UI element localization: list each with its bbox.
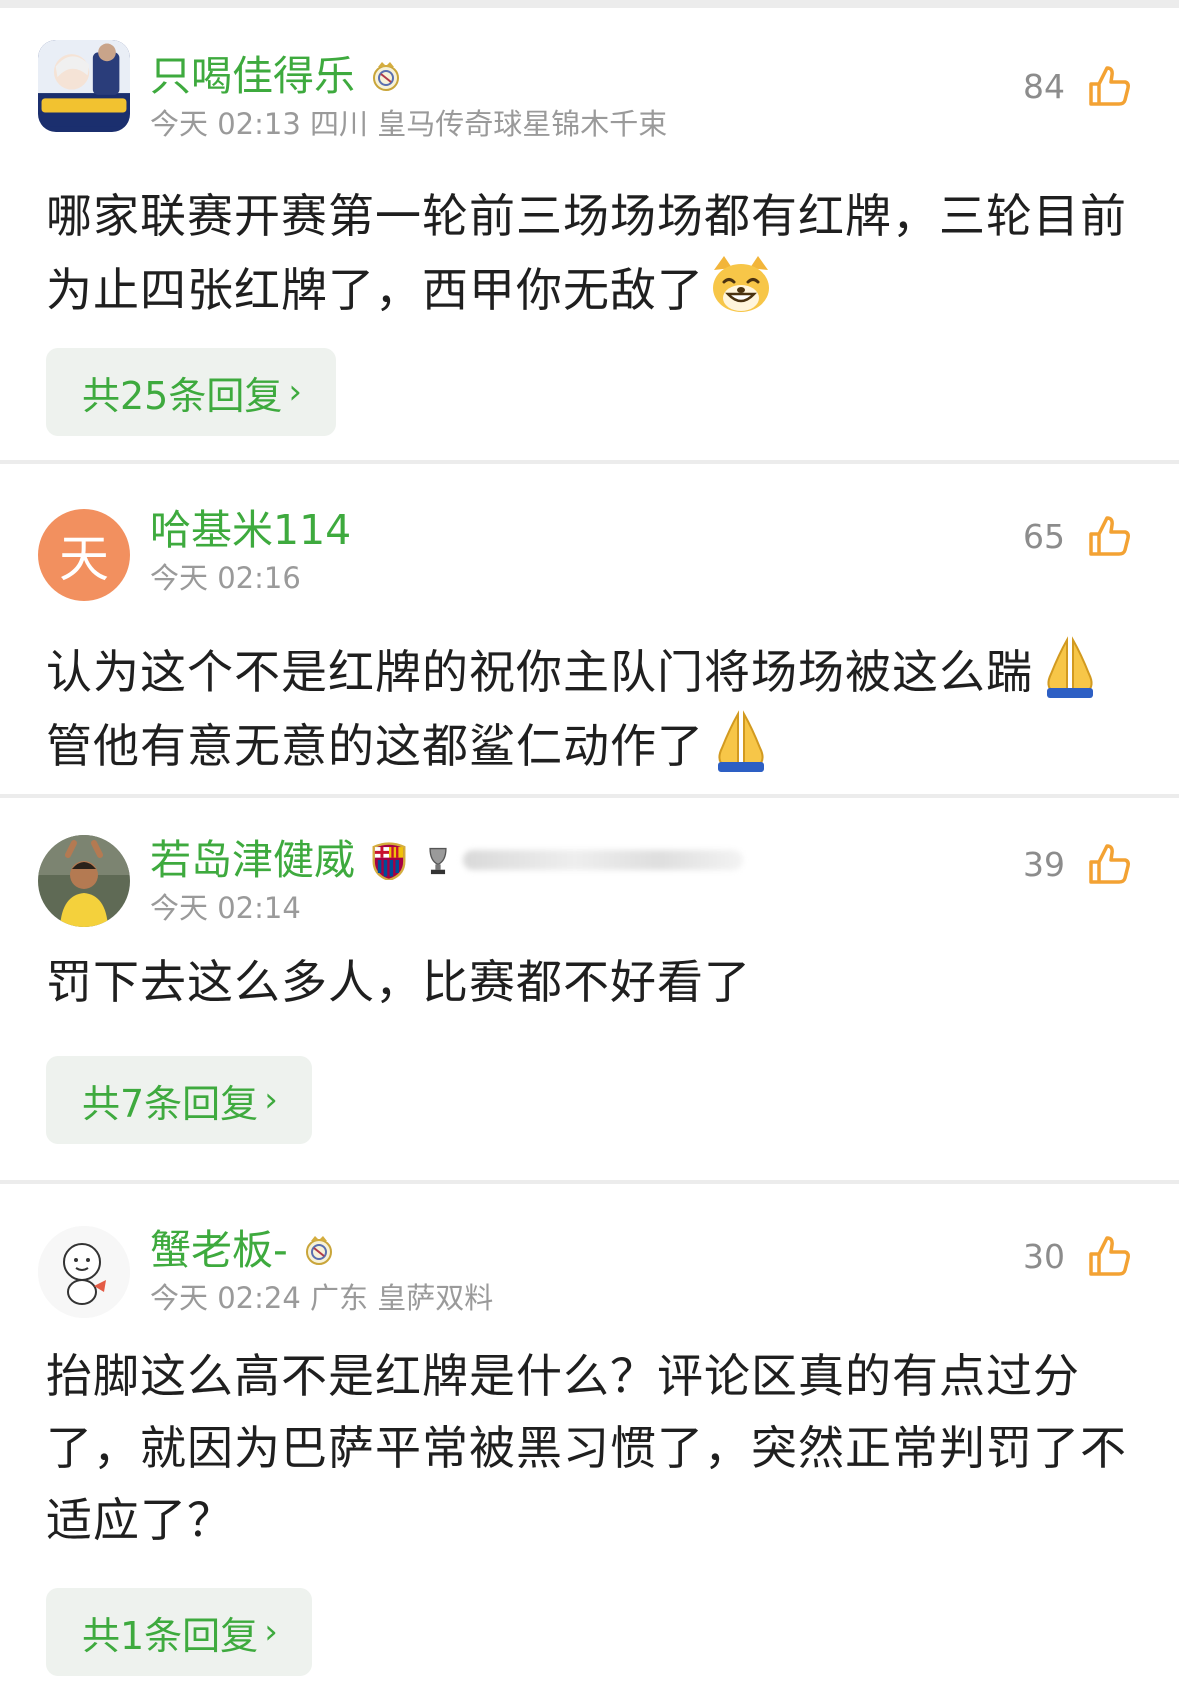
like-count: 30 — [1023, 1236, 1065, 1276]
comment-text-content: 哪家联赛开赛第一轮前三场场场都有红牌，三轮目前为止四张红牌了，西甲你无敌了 — [46, 189, 1127, 317]
folded-hands-emoji — [1047, 636, 1093, 698]
chevron-right-icon: › — [264, 1612, 278, 1652]
like-count: 65 — [1023, 516, 1065, 556]
thumbs-up-icon — [1089, 66, 1130, 106]
trophy-icon — [429, 847, 447, 875]
like-button[interactable]: 65 — [1023, 512, 1133, 560]
username[interactable]: 蟹老板- — [150, 1222, 288, 1278]
avatar-letter: 天 — [59, 530, 109, 588]
thumbs-up-icon — [1089, 516, 1130, 556]
replies-label: 共25条回复 — [82, 373, 283, 418]
comment-meta: 今天 02:16 — [150, 561, 301, 595]
comment-text: 哪家联赛开赛第一轮前三场场场都有红牌，三轮目前为止四张红牌了，西甲你无敌了 — [46, 180, 1149, 326]
comment-meta: 今天 02:14 — [150, 891, 301, 925]
comment-text-content: 认为这个不是红牌的祝你主队门将场场被这么踹 — [46, 645, 1033, 699]
comment-meta: 今天 02:24 广东 皇萨双料 — [150, 1281, 494, 1315]
cartoon-avatar-image — [38, 1226, 130, 1318]
replies-label: 共7条回复 — [82, 1081, 259, 1126]
replies-label: 共1条回复 — [82, 1613, 259, 1658]
chevron-right-icon: › — [264, 1080, 278, 1120]
like-count: 39 — [1023, 844, 1065, 884]
folded-hands-emoji — [718, 710, 764, 772]
avatar[interactable]: 天 — [38, 509, 130, 601]
player-avatar-image — [38, 835, 130, 927]
like-button[interactable]: 39 — [1023, 840, 1133, 888]
barcelona-crest-icon — [372, 842, 406, 880]
comment-text-content: 管他有意无意的这都鲨仁动作了 — [46, 719, 704, 773]
comment-header: 蟹老板- 今天 02:24 广东 皇萨双料 — [150, 1222, 493, 1318]
username[interactable]: 只喝佳得乐 — [150, 48, 355, 104]
comment-item: 天 哈基米114 今天 02:16 65 认为这个不是红牌的祝你主队门将场场被这… — [0, 464, 1179, 794]
comment-header: 哈基米114 今天 02:16 — [150, 502, 351, 598]
avatar[interactable] — [38, 1226, 130, 1318]
top-divider — [0, 0, 1179, 8]
chevron-right-icon: › — [288, 372, 302, 412]
avatar[interactable] — [38, 40, 130, 132]
view-replies-button[interactable]: 共25条回复 › — [46, 348, 336, 436]
real-madrid-crest-icon — [373, 62, 399, 91]
comment-item: 蟹老板- 今天 02:24 广东 皇萨双料 30 抬脚这么高不是红牌是什么？评论… — [0, 1184, 1179, 1699]
comment-header: 只喝佳得乐 今天 02:13 四川 皇马传奇球星锦木千束 — [150, 48, 667, 144]
like-button[interactable]: 84 — [1023, 62, 1133, 110]
comment-meta: 今天 02:13 四川 皇马传奇球星锦木千束 — [150, 107, 668, 141]
blurred-badges — [463, 850, 743, 870]
comment-text-content: 抬脚这么高不是红牌是什么？评论区真的有点过分了，就因为巴萨平常被黑习惯了，突然正… — [46, 1349, 1127, 1547]
comment-header: 若岛津健威 今天 02:14 — [150, 832, 743, 928]
view-replies-button[interactable]: 共7条回复 › — [46, 1056, 312, 1144]
thumbs-up-icon — [1089, 844, 1130, 884]
username[interactable]: 若岛津健威 — [150, 832, 355, 888]
view-replies-button[interactable]: 共1条回复 › — [46, 1588, 312, 1676]
thumbs-up-icon — [1089, 1236, 1130, 1276]
comment-text: 抬脚这么高不是红牌是什么？评论区真的有点过分了，就因为巴萨平常被黑习惯了，突然正… — [46, 1340, 1149, 1556]
username[interactable]: 哈基米114 — [150, 502, 351, 558]
comment-item: 只喝佳得乐 今天 02:13 四川 皇马传奇球星锦木千束 84 哪家联赛开赛第一… — [0, 8, 1179, 460]
like-count: 84 — [1023, 66, 1065, 106]
comment-text-content: 罚下去这么多人，比赛都不好看了 — [46, 955, 751, 1009]
grinning-dog-emoji — [713, 256, 769, 312]
hala-madrid-avatar-image — [38, 40, 130, 132]
real-madrid-crest-icon — [305, 1236, 332, 1265]
avatar[interactable] — [38, 835, 130, 927]
comment-item: 若岛津健威 今天 02:14 39 罚下去这么多人，比赛都不好看了 共7条回复 … — [0, 798, 1179, 1180]
comment-text: 认为这个不是红牌的祝你主队门将场场被这么踹 管他有意无意的这都鲨仁动作了 — [46, 634, 1179, 782]
comment-text: 罚下去这么多人，比赛都不好看了 — [46, 946, 1149, 1018]
like-button[interactable]: 30 — [1023, 1232, 1133, 1280]
